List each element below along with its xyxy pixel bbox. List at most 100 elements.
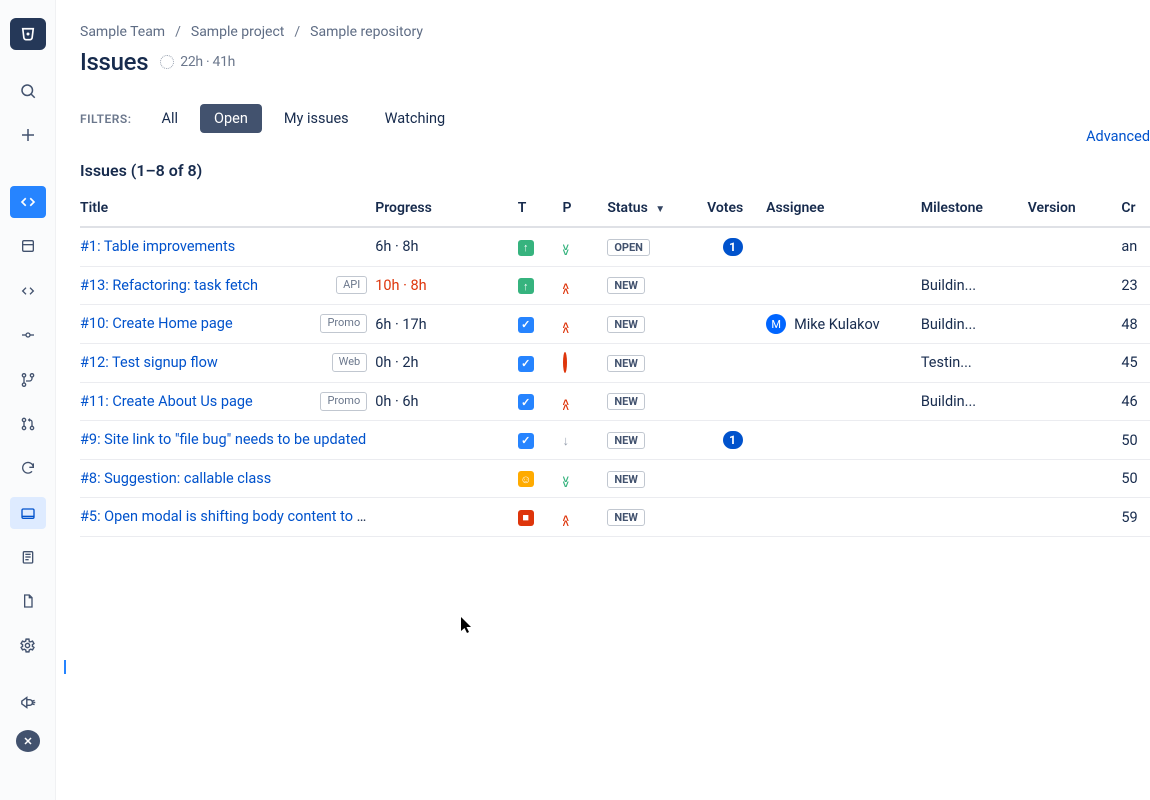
avatar: M — [766, 314, 786, 334]
progress-text: 6h · 17h — [375, 305, 518, 344]
assignee-cell[interactable]: MMike Kulakov — [766, 314, 913, 334]
created-text: an — [1121, 227, 1150, 266]
filter-bar: FILTERS: AllOpenMy issuesWatching — [80, 104, 1150, 133]
version-text — [1028, 498, 1122, 537]
page-title-text: Issues — [80, 48, 148, 76]
search-icon[interactable] — [10, 74, 46, 106]
table-row: #9: Site link to "file bug" needs to be … — [80, 421, 1150, 460]
breadcrumb-separator: / — [294, 24, 300, 40]
feedback-icon[interactable] — [10, 686, 46, 718]
table-row: #11: Create About Us pagePromo0h · 6h✓˄˄… — [80, 382, 1150, 421]
milestone-text — [921, 421, 1028, 460]
progress-text — [375, 459, 518, 498]
type-task-icon: ✓ — [518, 356, 534, 372]
issue-link[interactable]: #10: Create Home page — [80, 315, 233, 332]
milestone-text — [921, 227, 1028, 266]
nav-pullrequests-icon[interactable] — [10, 408, 46, 440]
list-heading: Issues (1–8 of 8) — [80, 161, 1150, 180]
version-text — [1028, 227, 1122, 266]
issue-tag: Web — [332, 353, 368, 372]
create-icon[interactable] — [10, 119, 46, 151]
status-badge: NEW — [607, 393, 645, 410]
col-type[interactable]: T — [518, 190, 563, 227]
progress-text — [375, 498, 518, 537]
col-title[interactable]: Title — [80, 190, 375, 227]
progress-text: 6h · 8h — [375, 227, 518, 266]
progress-text: 10h · 8h — [375, 266, 518, 305]
status-badge: NEW — [607, 471, 645, 488]
issue-link[interactable]: #1: Table improvements — [80, 238, 235, 255]
col-assignee[interactable]: Assignee — [766, 190, 921, 227]
breadcrumb-separator: / — [175, 24, 181, 40]
status-badge: NEW — [607, 277, 645, 294]
created-text: 45 — [1121, 344, 1150, 383]
nav-branches-icon[interactable] — [10, 363, 46, 395]
col-created[interactable]: Cr — [1121, 190, 1150, 227]
filter-tab-watching[interactable]: Watching — [371, 104, 460, 133]
vote-badge: 1 — [723, 238, 743, 256]
nav-wiki-icon[interactable] — [10, 541, 46, 573]
issue-link[interactable]: #5: Open modal is shifting body content … — [80, 508, 375, 525]
version-text — [1028, 305, 1122, 344]
created-text: 59 — [1121, 498, 1150, 537]
col-votes[interactable]: Votes — [707, 190, 766, 227]
nav-overview-icon[interactable] — [10, 230, 46, 262]
advanced-search-link[interactable]: Advanced — [1086, 128, 1150, 145]
milestone-text — [921, 498, 1028, 537]
created-text: 50 — [1121, 459, 1150, 498]
product-logo[interactable] — [10, 18, 46, 50]
created-text: 23 — [1121, 266, 1150, 305]
created-text: 46 — [1121, 382, 1150, 421]
issue-link[interactable]: #13: Refactoring: task fetch — [80, 277, 258, 294]
nav-pipelines-icon[interactable] — [10, 452, 46, 484]
filter-tab-open[interactable]: Open — [200, 104, 262, 133]
table-header-row: Title Progress T P Status ▼ Votes Assign… — [80, 190, 1150, 227]
issues-table: Title Progress T P Status ▼ Votes Assign… — [80, 190, 1150, 537]
progress-text — [375, 421, 518, 460]
type-task-icon: ✓ — [518, 317, 534, 333]
help-icon[interactable] — [16, 730, 40, 752]
sort-indicator-icon: ▼ — [655, 204, 665, 215]
filter-tabs: AllOpen My issues Watching — [148, 104, 460, 133]
created-text: 50 — [1121, 421, 1150, 460]
version-text — [1028, 382, 1122, 421]
version-text — [1028, 266, 1122, 305]
progress-text: 0h · 6h — [375, 382, 518, 421]
nav-issues-icon[interactable] — [10, 497, 46, 529]
col-status[interactable]: Status ▼ — [607, 190, 707, 227]
nav-source-icon[interactable] — [10, 186, 46, 218]
priority-high-icon: ˄˄ — [563, 400, 569, 410]
breadcrumb-item[interactable]: Sample repository — [310, 24, 423, 40]
issue-link[interactable]: #9: Site link to "file bug" needs to be … — [80, 431, 366, 448]
col-version[interactable]: Version — [1028, 190, 1122, 227]
col-priority[interactable]: P — [563, 190, 608, 227]
type-improvement-icon: ↑ — [518, 240, 534, 256]
filter-tab-my[interactable]: My issues — [270, 104, 363, 133]
page-title: Issues 22h · 41h — [80, 48, 1150, 76]
priority-lowest-icon: ˅˅ — [563, 477, 569, 487]
issue-link[interactable]: #11: Create About Us page — [80, 393, 253, 410]
nav-code-icon[interactable] — [10, 275, 46, 307]
milestone-text — [921, 459, 1028, 498]
page-time-summary: 22h · 41h — [160, 54, 235, 70]
col-progress[interactable]: Progress — [375, 190, 518, 227]
type-task-icon: ✓ — [518, 433, 534, 449]
priority-high-icon: ˄˄ — [563, 323, 569, 333]
nav-commits-icon[interactable] — [10, 319, 46, 351]
priority-high-icon: ˄˄ — [563, 516, 569, 526]
priority-trivial-icon: ↓ — [563, 434, 570, 449]
nav-downloads-icon[interactable] — [10, 585, 46, 617]
time-summary-text: 22h · 41h — [180, 54, 235, 70]
table-row: #8: Suggestion: callable class☺˅˅NEW50 — [80, 459, 1150, 498]
col-milestone[interactable]: Milestone — [921, 190, 1028, 227]
breadcrumb-item[interactable]: Sample project — [191, 24, 285, 40]
resize-handle[interactable] — [64, 660, 66, 674]
filter-tab-all[interactable]: All — [148, 104, 193, 133]
priority-high-icon: ˄˄ — [563, 284, 569, 294]
issue-link[interactable]: #12: Test signup flow — [80, 354, 218, 371]
nav-settings-icon[interactable] — [10, 630, 46, 662]
milestone-text: Testin... — [921, 344, 1028, 383]
issue-link[interactable]: #8: Suggestion: callable class — [80, 470, 271, 487]
table-row: #12: Test signup flowWeb0h · 2h✓NEWTesti… — [80, 344, 1150, 383]
breadcrumb-item[interactable]: Sample Team — [80, 24, 165, 40]
